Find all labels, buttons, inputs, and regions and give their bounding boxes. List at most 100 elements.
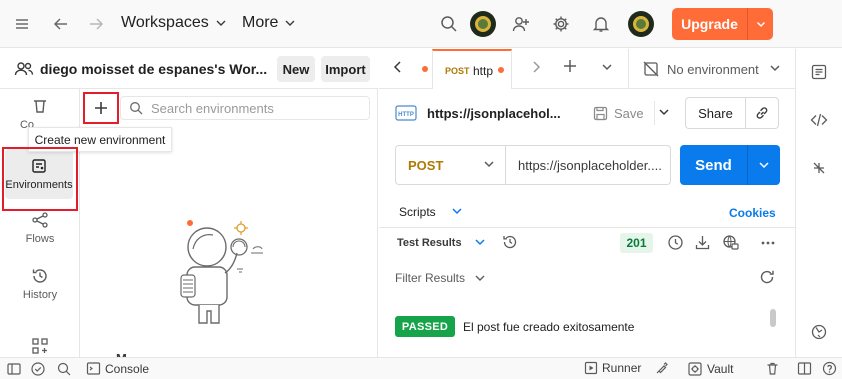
scrollbar-thumb[interactable] [770,309,776,327]
chevron-down-icon[interactable] [748,19,773,29]
team-icon [14,59,34,82]
refresh-icon[interactable] [759,269,775,288]
sidebar-item-history[interactable]: History [0,267,80,301]
workspace-name[interactable]: diego moisset de espanes's Wor... [40,61,267,77]
chevron-down-icon [285,20,295,26]
import-button[interactable]: Import [321,56,370,82]
environment-icon [32,159,46,173]
chevron-down-icon[interactable] [658,106,670,121]
sidebar-item-label: Flows [25,233,55,245]
top-bar: Workspaces More Upgrade [0,0,842,48]
request-url-bar: POST https://jsonplaceholder.... [395,145,671,185]
save-icon [593,106,608,120]
runner-icon [584,361,598,375]
workspaces-label: Workspaces [121,14,209,31]
send-label: Send [695,156,732,174]
environment-selector[interactable]: No environment [628,49,795,89]
url-input[interactable]: https://jsonplaceholder.... [506,146,662,184]
chevron-down-icon[interactable] [601,61,613,76]
request-name[interactable]: https://jsonplacehol... [427,106,561,121]
request-header: HTTP https://jsonplacehol... Save Share [379,89,795,137]
workspaces-menu[interactable]: Workspaces [121,14,227,32]
code-icon[interactable] [810,111,828,132]
history-icon[interactable] [502,234,518,253]
chevron-down-icon [769,62,781,77]
filter-results-dropdown[interactable]: Filter Results [395,271,465,285]
bell-icon[interactable] [585,8,617,40]
save-label: Save [614,105,644,121]
create-environment-button[interactable] [87,95,115,121]
gear-icon[interactable] [545,8,577,40]
team-avatar[interactable] [470,11,496,37]
unsaved-dot-icon [498,67,504,73]
more-label: More [242,14,279,31]
history-icon [32,269,47,283]
tab-test-results[interactable]: Test Results [397,237,462,249]
chevron-right-icon[interactable] [529,60,543,77]
chevron-down-icon[interactable] [748,145,780,185]
user-avatar[interactable] [628,11,654,37]
sidebar-item-collections[interactable]: Co [0,97,80,131]
create-environment-tooltip: Create new environment [28,127,172,152]
tab-scripts[interactable]: Scripts [399,205,436,219]
menu-icon[interactable] [6,8,38,40]
plus-icon [95,102,107,114]
unsaved-dot-icon [422,66,428,72]
chevron-left-icon[interactable] [391,60,405,77]
send-button[interactable]: Send [680,145,780,185]
search-input[interactable] [151,100,351,116]
chevron-down-icon [483,158,495,173]
download-icon[interactable] [694,234,711,254]
chevron-down-icon [216,20,226,26]
search-icon [130,102,143,115]
share-button[interactable]: Share [685,97,745,129]
more-menu[interactable]: More [242,14,296,32]
sidebar-item-flows[interactable]: Flows [0,211,80,245]
documentation-icon[interactable] [810,63,828,84]
tab-active-request[interactable]: POST http [432,49,512,89]
environment-search[interactable] [120,96,370,120]
vault-button[interactable]: Vault [687,361,733,377]
forward-arrow-icon[interactable] [80,8,112,40]
layout-icon[interactable] [797,361,812,376]
clock-icon[interactable] [667,234,684,254]
more-options-icon[interactable] [760,235,776,254]
runner-button[interactable]: Runner [584,361,641,375]
capture-icon[interactable] [654,361,669,376]
runner-label: Runner [602,361,642,375]
network-icon[interactable] [722,234,739,254]
sidebar-item-configure[interactable] [0,337,80,355]
save-button[interactable]: Save [593,101,655,125]
sidebar-item-environments[interactable]: Environments [5,149,73,199]
console-button[interactable]: Console [86,361,149,376]
status-bar: Console Runner Vault [0,357,842,379]
link-icon[interactable] [745,97,779,129]
help-icon[interactable] [822,361,837,376]
status-badge[interactable]: 201 [620,233,653,253]
svg-text:HTTP: HTTP [398,112,414,118]
trash-collection-icon [34,100,46,113]
cookies-link[interactable]: Cookies [729,206,776,220]
chevron-down-icon[interactable] [474,236,486,251]
request-options-row: Scripts Cookies [379,199,795,225]
filter-row: Filter Results [379,265,795,291]
chevron-down-icon[interactable] [451,205,463,220]
new-tab-plus-icon[interactable] [561,57,579,78]
upgrade-button[interactable]: Upgrade [672,8,773,40]
related-icon[interactable] [810,159,828,180]
test-status-badge: PASSED [395,316,455,337]
right-sidebar [795,49,842,357]
new-button[interactable]: New [277,56,315,82]
info-icon[interactable] [810,323,828,344]
chevron-down-icon[interactable] [474,272,486,287]
back-arrow-icon[interactable] [45,8,77,40]
sidebar-toggle-icon[interactable] [6,361,22,377]
search-icon[interactable] [433,8,465,40]
check-circle-icon[interactable] [30,361,46,377]
vault-label: Vault [707,362,734,376]
method-select[interactable]: POST [396,146,506,184]
invite-user-icon[interactable] [505,8,537,40]
trash-icon[interactable] [765,361,780,376]
no-environment-icon [643,61,659,77]
search-icon[interactable] [56,361,72,377]
